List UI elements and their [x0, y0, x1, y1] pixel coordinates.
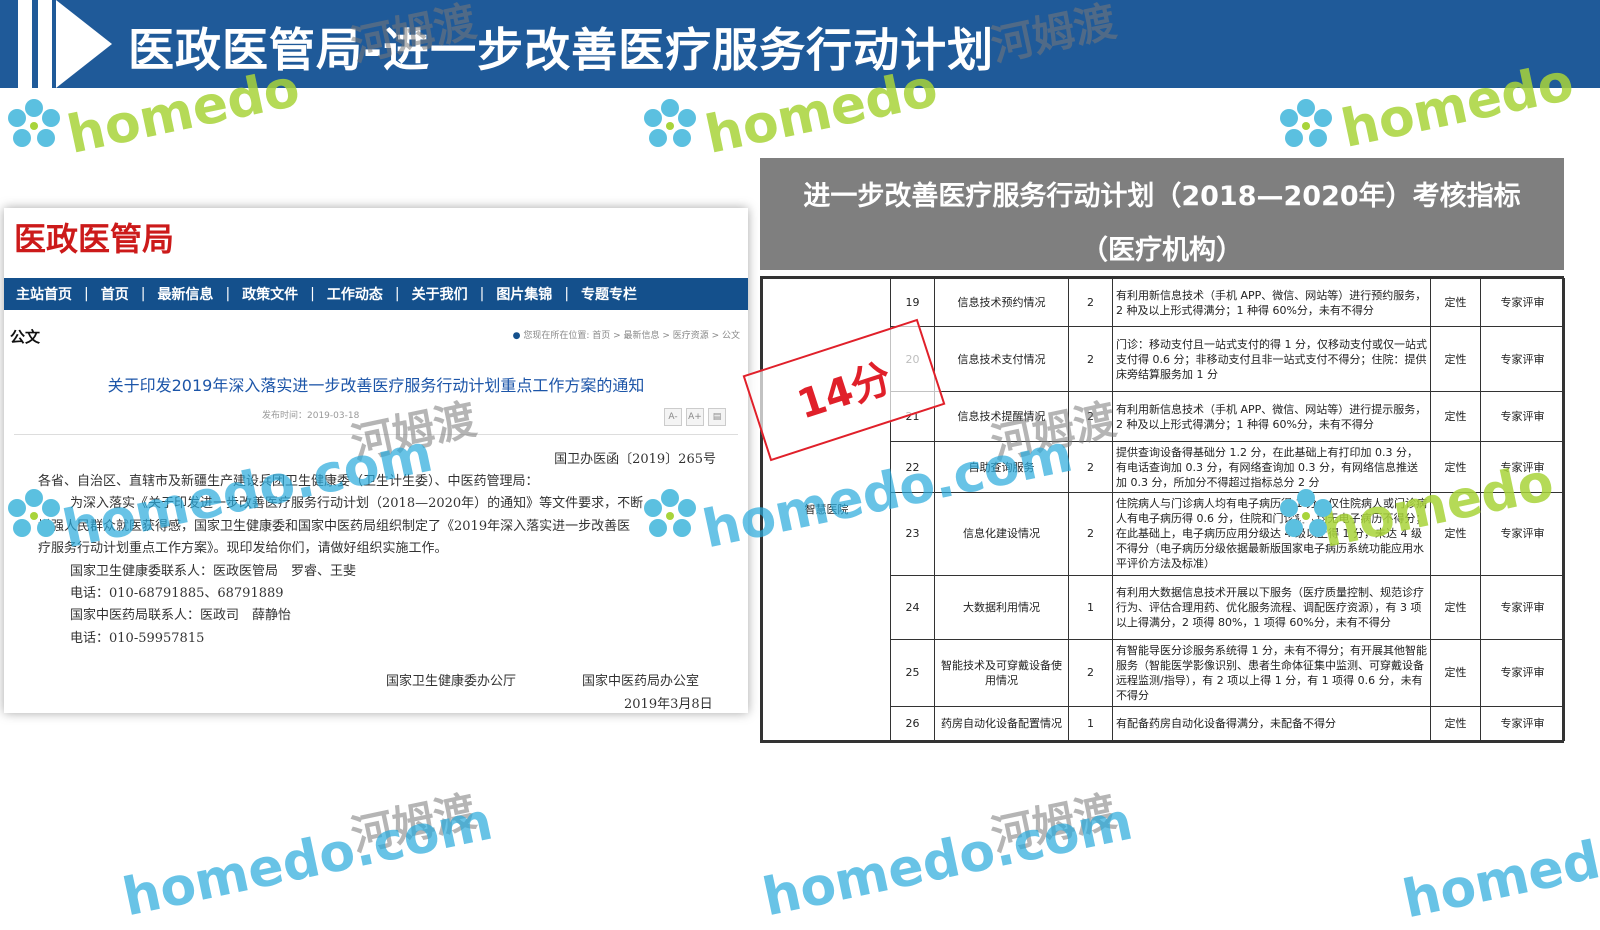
watermark-site: homedo.com — [1397, 793, 1600, 930]
table-row: 智慧医院 19 信息技术预约情况 2 有利用新信息技术（手机 APP、微信、网站… — [762, 277, 1565, 741]
title-banner: 医政医管局-进一步改善医疗服务行动计划 — [0, 0, 1600, 88]
watermark-cn: 河姆渡 — [986, 786, 1121, 861]
page-title: 医政医管局-进一步改善医疗服务行动计划 — [128, 23, 995, 77]
watermark-site: homedo.com — [757, 791, 1138, 929]
banner-bar-icon — [18, 0, 32, 88]
homedo-flower-icon — [644, 489, 696, 537]
homedo-flower-icon — [644, 99, 696, 147]
watermark-site: homedo.com — [117, 791, 498, 929]
signature: 国家中医药局办公室 — [582, 674, 700, 689]
homedo-flower-icon — [1280, 489, 1332, 537]
body-line: 电话：010-59957815 — [70, 631, 205, 646]
notice-webpage: 医政医管局 主站首页 | 首页 | 最新信息 | 政策文件 | 工作动态 | 关于我们 | … — [4, 208, 748, 713]
header-line-2: （医疗机构） — [1081, 235, 1243, 266]
banner-play-icon — [56, 0, 112, 88]
homedo-flower-icon — [1280, 99, 1332, 147]
body-line: 国家卫生健康委联系人：医政医管局 罗睿、王斐 — [70, 564, 357, 579]
banner-bar-icon — [38, 0, 52, 88]
document-number: 国卫办医函〔2019〕265号 — [554, 452, 716, 467]
body-line: 增强人民群众就医获得感，国家卫生健康委和国家中医药局组织制定了《2019年深入落… — [38, 519, 631, 534]
body-line: 电话：010-68791885、68791889 — [70, 586, 284, 601]
homedo-flower-icon — [8, 489, 60, 537]
body-line: 各省、自治区、直辖市及新疆生产建设兵团卫生健康委（卫生计生委）、中医药管理局： — [38, 474, 539, 489]
indicator-header: 进一步改善医疗服务行动计划（2018—2020年）考核指标 （医疗机构） — [760, 158, 1564, 270]
date: 2019年3月8日 — [624, 697, 713, 712]
header-line-1: 进一步改善医疗服务行动计划（2018—2020年）考核指标 — [803, 181, 1521, 212]
article-body: 国卫办医函〔2019〕265号 各省、自治区、直辖市及新疆生产建设兵团卫生健康委… — [4, 208, 748, 713]
watermark-cn: 河姆渡 — [346, 786, 481, 861]
body-line: 为深入落实《关于印发进一步改善医疗服务行动计划（2018—2020年）的通知》等… — [70, 496, 644, 511]
body-line: 国家中医药局联系人：医政司 薛静怡 — [70, 608, 292, 623]
signature: 国家卫生健康委办公厅 — [386, 674, 517, 689]
homedo-flower-icon — [8, 99, 60, 147]
body-line: 疗服务行动计划重点工作方案》。现印发给你们，请做好组织实施工作。 — [38, 541, 448, 556]
